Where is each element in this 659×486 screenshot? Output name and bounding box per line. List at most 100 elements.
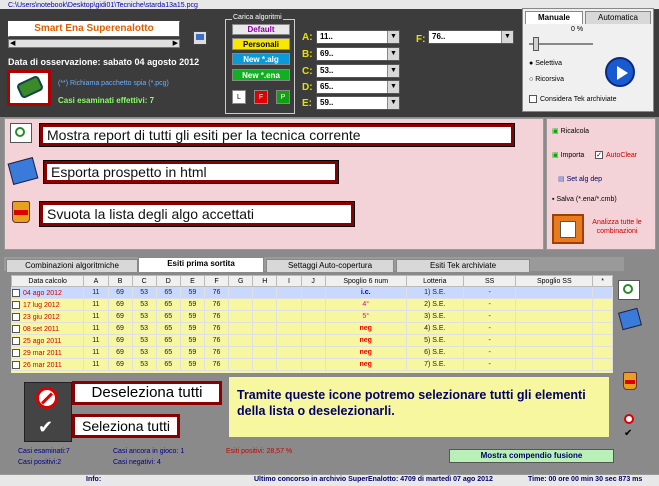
checkbox-icon[interactable] [529, 95, 537, 103]
field-f-combo[interactable]: 76.. ▼ [428, 30, 514, 44]
report-button[interactable]: Mostra report di tutti gli esiti per la … [39, 123, 515, 147]
select-all-callout[interactable]: Seleziona tutti [72, 414, 180, 438]
trash-icon[interactable] [623, 372, 637, 390]
col-j[interactable]: J [300, 275, 326, 287]
new-ena-button[interactable]: New *.ena [232, 69, 290, 81]
table-row[interactable]: 08 set 2011 11 69 53 65 59 76 neg 4) S.E. - [11, 322, 613, 335]
slider-thumb[interactable] [533, 37, 539, 51]
col-d[interactable]: D [155, 275, 181, 287]
chevron-down-icon[interactable]: ▼ [387, 81, 399, 93]
app-scrollbar[interactable]: ◀ ▶ [8, 39, 180, 48]
table-row[interactable]: 04 ago 2012 11 69 53 65 59 76 i.c. 1) S.E. - [11, 286, 613, 299]
deselect-all-callout[interactable]: Deseleziona tutti [72, 381, 222, 405]
col-f[interactable]: F [203, 275, 230, 287]
row-checkbox[interactable] [12, 324, 20, 333]
no-entry-icon[interactable] [624, 414, 634, 424]
col-a[interactable]: A [83, 275, 109, 287]
salva-button[interactable]: ▪ Salva (*.ena/*.cmb) [552, 196, 617, 203]
status-info: Info: [86, 476, 102, 483]
col-c[interactable]: C [131, 275, 157, 287]
ricalcola-button[interactable]: ▣ Ricalcola [552, 127, 589, 135]
chevron-down-icon[interactable]: ▼ [387, 48, 399, 60]
col-g[interactable]: G [228, 275, 254, 287]
status-last: Ultimo concorso in archivio SuperEnalott… [254, 476, 493, 483]
tab-esiti-tek[interactable]: Esiti Tek archiviate [396, 259, 530, 272]
checkbox-icon[interactable]: ✓ [595, 151, 603, 159]
analizza-button[interactable] [552, 214, 584, 244]
row-checkbox[interactable] [12, 288, 20, 297]
importa-button[interactable]: ▣ Importa [552, 151, 584, 159]
row-checkbox[interactable] [12, 348, 20, 357]
chevron-down-icon[interactable]: ▼ [387, 31, 399, 43]
field-b-combo[interactable]: 69.. ▼ [316, 47, 400, 61]
field-a-combo[interactable]: 11.. ▼ [316, 30, 400, 44]
tab-automatica[interactable]: Automatica [585, 11, 651, 24]
col-lotteria[interactable]: Lotteria [405, 275, 464, 287]
row-checkbox[interactable] [12, 312, 20, 321]
table-row[interactable]: 17 lug 2012 11 69 53 65 59 76 4° 2) S.E. - [11, 298, 613, 311]
tab-esiti-prima-sortita[interactable]: Esiti prima sortita [138, 257, 264, 272]
f-button[interactable]: F [254, 90, 268, 104]
row-checkbox[interactable] [12, 360, 20, 369]
tab-manuale[interactable]: Manuale [525, 11, 583, 24]
computer-icon[interactable] [193, 31, 207, 45]
cell: 53 [131, 298, 157, 311]
table-row[interactable]: 26 mar 2011 11 69 53 65 59 76 neg 7) S.E. - [11, 358, 613, 371]
report-icon[interactable] [10, 123, 32, 143]
cell-spoglio: neg [324, 322, 407, 335]
fusion-button[interactable]: Mostra compendio fusione [449, 449, 614, 463]
mode-slider[interactable] [529, 37, 593, 51]
col-data-calcolo[interactable]: Data calcolo [11, 275, 85, 287]
scroll-right-icon[interactable]: ▶ [173, 39, 178, 47]
tab-combinazioni[interactable]: Combinazioni algoritmiche [6, 259, 138, 272]
cell: 69 [107, 358, 133, 371]
clear-icon[interactable] [12, 201, 30, 223]
cell [228, 346, 254, 359]
chevron-down-icon[interactable]: ▼ [387, 97, 399, 109]
play-button[interactable] [605, 57, 635, 87]
export-html-icon[interactable] [618, 307, 642, 331]
field-b-value: 69.. [320, 49, 334, 58]
field-d-combo[interactable]: 65.. ▼ [316, 80, 400, 94]
chevron-down-icon[interactable]: ▼ [501, 31, 513, 43]
export-button[interactable]: Esporta prospetto in html [43, 160, 339, 184]
field-e-combo[interactable]: 59.. ▼ [316, 96, 400, 110]
checkmark-icon[interactable]: ✔ [624, 428, 632, 439]
table-row[interactable]: 23 giu 2012 11 69 53 65 59 76 5° 3) S.E. - [11, 310, 613, 323]
tab-settaggi[interactable]: Settaggi Auto-copertura [266, 259, 394, 272]
cell [515, 310, 594, 323]
personali-button[interactable]: Personali [232, 38, 290, 50]
cell: 65 [155, 334, 181, 347]
col-spoglio-ss[interactable]: Spoglio SS [515, 275, 594, 287]
col-ss[interactable]: SS [462, 275, 517, 287]
stats-positive: Casi positivi:2 [18, 459, 62, 466]
table-row[interactable]: 25 ago 2011 11 69 53 65 59 76 neg 5) S.E. - [11, 334, 613, 347]
row-checkbox[interactable] [12, 300, 20, 309]
col-i[interactable]: I [276, 275, 302, 287]
table-row[interactable]: 29 mar 2011 11 69 53 65 59 76 neg 6) S.E. - [11, 346, 613, 359]
col-star[interactable]: * [592, 275, 613, 287]
row-checkbox[interactable] [12, 336, 20, 345]
p-button[interactable]: P [276, 90, 290, 104]
default-button[interactable]: Default [232, 24, 290, 35]
zoom-report-icon[interactable] [618, 280, 640, 300]
radio-ricorsiva[interactable]: ○ Ricorsiva [529, 76, 564, 83]
radio-selettiva[interactable]: ● Selettiva [529, 60, 562, 67]
new-alg-button[interactable]: New *.alg [232, 53, 290, 65]
col-spoglio[interactable]: Spoglio 6 num [324, 275, 407, 287]
autoclear-check[interactable]: ✓ AutoClear [595, 151, 637, 159]
spy-package-button[interactable] [7, 70, 51, 106]
scroll-left-icon[interactable]: ◀ [10, 39, 15, 47]
field-c-combo[interactable]: 53.. ▼ [316, 64, 400, 78]
set-alg-dep-button[interactable]: ▤ Set alg dep [558, 175, 602, 183]
clear-button[interactable]: Svuota la lista degli algo accettati [39, 201, 355, 227]
cell-ss: - [462, 310, 517, 323]
col-h[interactable]: H [252, 275, 278, 287]
col-b[interactable]: B [107, 275, 133, 287]
l-button[interactable]: L [232, 90, 246, 104]
tek-archiviate-check[interactable]: Considera Tek archiviate [529, 95, 617, 103]
deselect-icon-box[interactable]: ✔ [24, 382, 72, 442]
cell: 69 [107, 298, 133, 311]
col-e[interactable]: E [179, 275, 206, 287]
chevron-down-icon[interactable]: ▼ [387, 65, 399, 77]
